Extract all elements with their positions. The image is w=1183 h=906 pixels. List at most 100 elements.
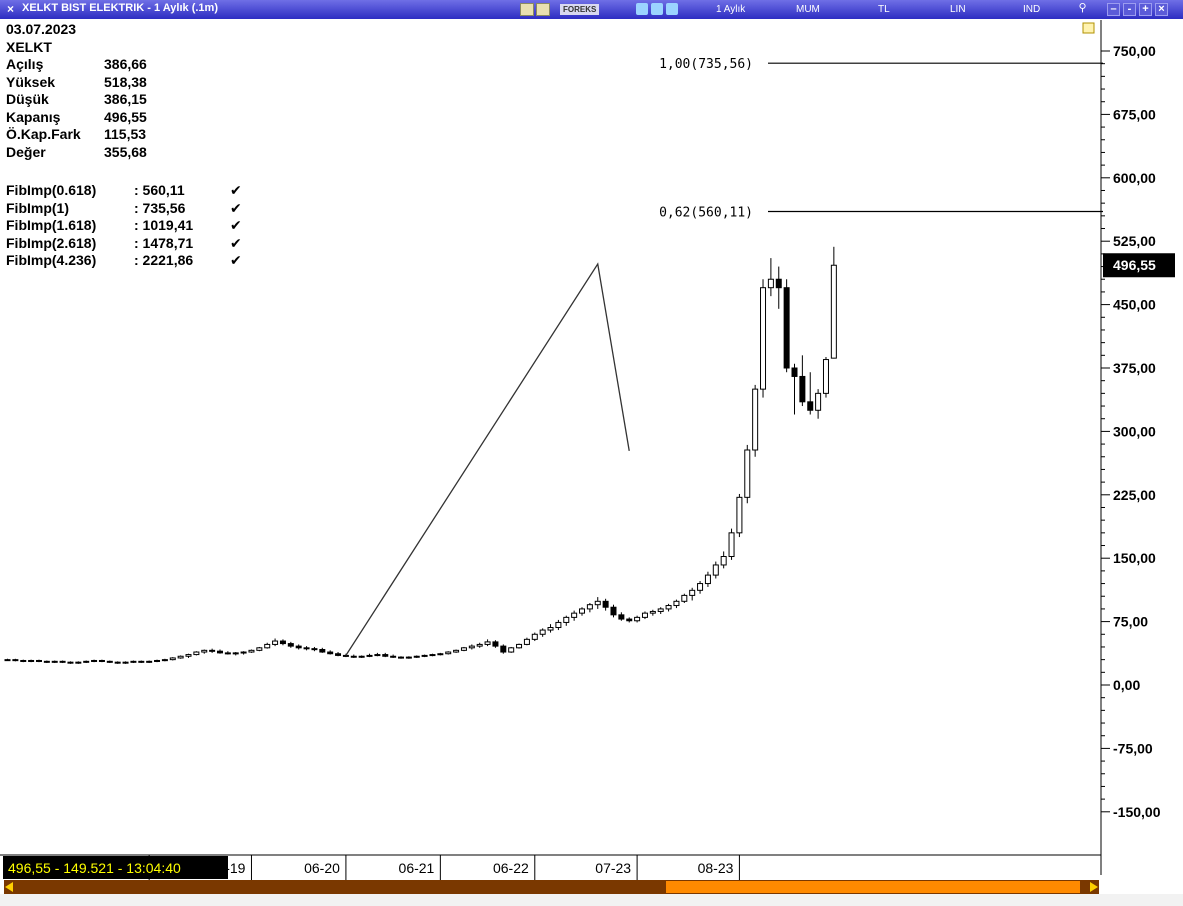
candle-body (216, 650, 223, 654)
candle[interactable] (358, 655, 365, 658)
candle[interactable] (445, 651, 452, 655)
date-label: 03.07.2023 (6, 21, 77, 37)
candle[interactable] (75, 661, 82, 664)
fib-row: FibImp(4.236): 2221,86 ✔ (6, 252, 244, 270)
candle[interactable] (822, 357, 829, 398)
marker-icon[interactable] (1082, 22, 1095, 34)
crosshair-readout: 496,55 - 149.521 - 13:04:40 (8, 860, 181, 876)
candle[interactable] (405, 656, 412, 659)
candle[interactable] (460, 646, 467, 652)
y-tick-label: 0,00 (1113, 677, 1140, 693)
candle[interactable] (59, 660, 66, 664)
scrollbar-thumb[interactable] (666, 881, 1080, 893)
candle[interactable] (91, 659, 98, 663)
candle-body (287, 643, 294, 647)
drawing-tool-icon[interactable] (636, 3, 648, 15)
candle[interactable] (130, 660, 137, 664)
toolbar-icons (520, 3, 550, 16)
check-icon[interactable]: ✔ (230, 200, 244, 218)
zoom-icon[interactable] (666, 3, 678, 15)
candle[interactable] (752, 384, 759, 457)
check-icon[interactable]: ✔ (230, 235, 244, 253)
currency-menu[interactable]: TL (878, 4, 890, 15)
candle[interactable] (398, 656, 404, 659)
candle[interactable] (508, 646, 515, 653)
period-menu[interactable]: 1 Aylık (716, 4, 745, 15)
candle[interactable] (67, 661, 74, 664)
chart-type-menu[interactable]: MUM (796, 4, 820, 15)
candle[interactable] (681, 593, 688, 604)
candle[interactable] (429, 653, 436, 657)
candle[interactable] (98, 659, 105, 663)
price-chart[interactable]: 1,00(735,56) 0,62(560,11) 750,00 675,00 600… (0, 19, 1183, 894)
close-icon[interactable]: × (4, 2, 17, 16)
candle-body (405, 656, 412, 659)
candle-body (382, 654, 389, 657)
candle[interactable] (161, 658, 168, 662)
candle[interactable] (122, 661, 129, 664)
symbol-label: XELKT (6, 38, 52, 55)
candle[interactable] (783, 279, 790, 373)
close-window-icon[interactable]: × (1155, 3, 1168, 16)
candle[interactable] (28, 659, 35, 663)
candle[interactable] (516, 643, 523, 649)
candle-body (822, 359, 829, 394)
candle-body (610, 606, 617, 616)
candle-body (67, 661, 74, 664)
candle[interactable] (256, 646, 263, 652)
candle-body (618, 614, 625, 620)
fib-row: FibImp(1.618): 1019,41 ✔ (6, 217, 244, 235)
candle[interactable] (106, 660, 113, 664)
candle[interactable] (760, 279, 767, 398)
candle[interactable] (51, 660, 58, 664)
plot-area[interactable] (0, 20, 1101, 855)
candle[interactable] (154, 659, 161, 663)
fib-row: FibImp(1): 735,56 ✔ (6, 200, 244, 218)
candle[interactable] (43, 660, 50, 664)
candle[interactable] (248, 649, 255, 653)
candle-body (193, 651, 200, 656)
restore-icon[interactable]: ‐ (1123, 3, 1136, 16)
candle[interactable] (193, 651, 200, 656)
candle-body (523, 638, 530, 645)
candle[interactable] (12, 658, 19, 662)
candle[interactable] (138, 660, 145, 664)
candle-body (185, 654, 192, 657)
maximize-icon[interactable]: + (1139, 3, 1152, 16)
candle[interactable] (437, 652, 444, 656)
candle[interactable] (83, 660, 90, 664)
candle[interactable] (114, 661, 121, 664)
pencil-icon[interactable] (651, 3, 663, 15)
candle[interactable] (744, 444, 751, 504)
candle[interactable] (728, 528, 735, 560)
fib-row: FibImp(0.618): 560,11 ✔ (6, 182, 244, 200)
candle-body (767, 278, 774, 289)
candle[interactable] (500, 644, 507, 654)
indicator-icon[interactable] (536, 3, 550, 16)
candle[interactable] (177, 655, 184, 659)
x-tick-label: 08-23 (698, 860, 734, 876)
minimize-icon[interactable]: – (1107, 3, 1120, 16)
candle[interactable] (20, 659, 27, 663)
check-icon[interactable]: ✔ (230, 182, 244, 200)
candle[interactable] (531, 632, 538, 642)
check-icon[interactable]: ✔ (230, 252, 244, 270)
template-icon[interactable] (520, 3, 534, 16)
candle-body (374, 654, 381, 657)
candle[interactable] (146, 660, 153, 664)
magnifier-icon[interactable]: ⚲ (1076, 3, 1089, 16)
candle-body (279, 640, 286, 645)
candle[interactable] (453, 649, 460, 653)
fib-label: 1,00(735,56) (659, 57, 753, 72)
candle[interactable] (736, 493, 743, 538)
y-tick-label: 600,00 (1113, 170, 1156, 186)
candle-body (256, 647, 263, 651)
indicator-menu[interactable]: IND (1023, 4, 1040, 15)
candle[interactable] (413, 655, 420, 658)
candle-body (830, 264, 837, 359)
candle[interactable] (169, 657, 176, 661)
check-icon[interactable]: ✔ (230, 217, 244, 235)
scale-menu[interactable]: LIN (950, 4, 966, 15)
candle[interactable] (421, 654, 428, 658)
candle[interactable] (35, 659, 42, 663)
